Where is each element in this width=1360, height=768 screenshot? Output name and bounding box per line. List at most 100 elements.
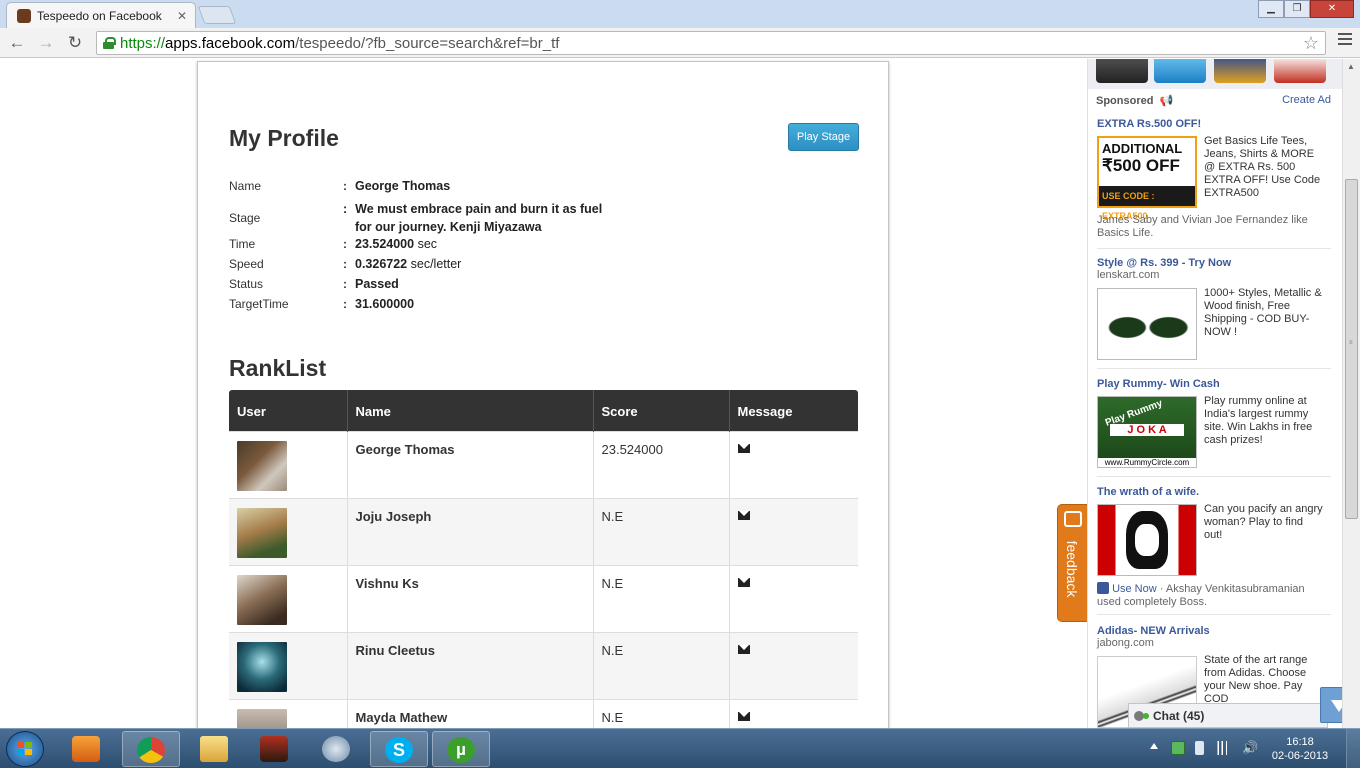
taskbar-media-player[interactable] xyxy=(58,731,116,767)
scroll-thumb[interactable]: ≡ xyxy=(1345,179,1358,519)
taskbar-game[interactable] xyxy=(246,731,304,767)
bookmark-star-icon[interactable]: ☆ xyxy=(1303,33,1319,54)
back-arrow-icon[interactable]: ← xyxy=(6,32,28,54)
game-thumbnail[interactable] xyxy=(1096,59,1148,83)
taskbar-skype[interactable]: S xyxy=(370,731,428,767)
rank-name[interactable]: George Thomas xyxy=(346,430,593,498)
column-header-user: User xyxy=(229,390,347,431)
battery-icon[interactable] xyxy=(1195,741,1204,755)
chrome-menu-icon[interactable] xyxy=(1338,33,1352,47)
divider xyxy=(1097,614,1331,615)
ad-social-context: James Saby and Vivian Joe Fernandez like… xyxy=(1097,214,1308,239)
taskbar-chrome[interactable] xyxy=(122,731,180,767)
ad-item[interactable]: EXTRA Rs.500 OFF! ADDITIONAL ₹500 OFF US… xyxy=(1097,118,1332,239)
taskbar-utorrent[interactable]: µ xyxy=(432,731,490,767)
avatar[interactable] xyxy=(237,574,287,625)
create-ad-link[interactable]: Create Ad xyxy=(1282,94,1331,106)
avatar[interactable] xyxy=(237,708,287,728)
message-envelope-icon[interactable] xyxy=(737,711,750,721)
ad-image[interactable]: ADDITIONAL ₹500 OFF USE CODE : EXTRA500 xyxy=(1097,136,1197,221)
game-thumbnail[interactable] xyxy=(1274,59,1326,83)
tespeedo-favicon-icon xyxy=(17,8,31,23)
table-row: Mayda Mathew N.E xyxy=(229,698,858,728)
play-stage-button[interactable]: Play Stage xyxy=(788,123,859,151)
ad-item[interactable]: The wrath of a wife. Can you pacify an a… xyxy=(1097,486,1332,608)
rank-name[interactable]: Mayda Mathew xyxy=(346,698,593,728)
start-button[interactable] xyxy=(6,731,44,767)
system-clock[interactable]: 16:18 02-06-2013 xyxy=(1270,735,1330,763)
right-sidebar: Sponsored 📢 Create Ad EXTRA Rs.500 OFF! … xyxy=(1087,59,1343,728)
ad-title[interactable]: The wrath of a wife. xyxy=(1097,486,1332,498)
ad-image[interactable] xyxy=(1097,288,1197,360)
taskbar-app[interactable] xyxy=(308,731,366,767)
volume-icon[interactable]: 🔊 xyxy=(1242,741,1258,755)
ad-domain: lenskart.com xyxy=(1097,269,1160,281)
ad-description: State of the art range from Adidas. Choo… xyxy=(1204,654,1308,705)
sponsored-header: Sponsored 📢 Create Ad xyxy=(1096,94,1331,107)
new-tab-button[interactable] xyxy=(197,6,237,24)
game-thumbnail[interactable] xyxy=(1154,59,1206,83)
close-tab-icon[interactable]: ✕ xyxy=(177,9,187,23)
taskbar-explorer[interactable] xyxy=(186,731,244,767)
app-canvas: My Profile Play Stage Name : George Thom… xyxy=(197,61,889,728)
scroll-up-icon[interactable]: ▲ xyxy=(1347,62,1355,71)
rank-score: N.E xyxy=(592,564,729,632)
ad-item[interactable]: Adidas- NEW Arrivals jabong.com State of… xyxy=(1097,625,1332,728)
ad-description: Play rummy online at India's largest rum… xyxy=(1204,395,1313,446)
megaphone-icon: 📢 xyxy=(1159,95,1174,107)
show-hidden-icons-arrow[interactable] xyxy=(1150,743,1158,749)
profile-row-stage: Stage : We must embrace pain and burn it … xyxy=(229,202,603,234)
page-viewport: My Profile Play Stage Name : George Thom… xyxy=(0,59,1360,728)
sponsored-label: Sponsored xyxy=(1096,95,1154,107)
message-envelope-icon[interactable] xyxy=(737,577,750,587)
rank-score: 23.524000 xyxy=(592,430,729,498)
chat-bar[interactable]: Chat (45) xyxy=(1128,703,1328,728)
chat-label: Chat (45) xyxy=(1153,709,1205,723)
windows-taskbar: S µ 🔊 16:18 02-06-2013 xyxy=(0,728,1360,768)
avatar[interactable] xyxy=(237,440,287,491)
address-bar[interactable]: https://apps.facebook.com/tespeedo/?fb_s… xyxy=(96,31,1326,55)
avatar[interactable] xyxy=(237,507,287,558)
ad-title[interactable]: Style @ Rs. 399 - Try Now xyxy=(1097,257,1332,269)
message-envelope-icon[interactable] xyxy=(737,510,750,520)
avatar[interactable] xyxy=(237,641,287,692)
forward-arrow-icon[interactable]: → xyxy=(35,32,57,54)
message-envelope-icon[interactable] xyxy=(737,644,750,654)
close-window-button[interactable]: ✕ xyxy=(1310,0,1354,18)
rank-name[interactable]: Joju Joseph xyxy=(346,497,593,565)
rank-name[interactable]: Vishnu Ks xyxy=(346,564,593,632)
media-player-icon xyxy=(72,736,100,762)
rank-name[interactable]: Rinu Cleetus xyxy=(346,631,593,699)
ad-image[interactable] xyxy=(1097,504,1197,576)
ad-title[interactable]: Adidas- NEW Arrivals xyxy=(1097,625,1332,637)
windows-logo-icon xyxy=(17,742,33,756)
profile-row-targettime: TargetTime : 31.600000 xyxy=(229,297,415,311)
show-desktop-button[interactable] xyxy=(1346,729,1360,768)
window-controls: ▁ ❐ ✕ xyxy=(1258,0,1354,18)
profile-row-speed: Speed : 0.326722 sec/letter xyxy=(229,257,462,271)
minimize-button[interactable]: ▁ xyxy=(1258,0,1284,18)
megaphone-icon xyxy=(1064,511,1082,527)
ad-image[interactable]: Play Rummy J O K A www.RummyCircle.com xyxy=(1097,396,1197,468)
ad-item[interactable]: Style @ Rs. 399 - Try Now lenskart.com 1… xyxy=(1097,257,1332,360)
rank-score: N.E xyxy=(592,631,729,699)
rank-score: N.E xyxy=(592,698,729,728)
reload-icon[interactable]: ↻ xyxy=(64,32,86,54)
ad-title[interactable]: Play Rummy- Win Cash xyxy=(1097,378,1332,390)
tray-app-icon[interactable] xyxy=(1171,741,1185,755)
message-envelope-icon[interactable] xyxy=(737,443,750,453)
browser-tab[interactable]: Tespeedo on Facebook ✕ xyxy=(6,2,196,28)
network-icon[interactable] xyxy=(1216,741,1230,755)
use-now-link[interactable]: Use Now xyxy=(1112,583,1157,595)
ad-description: Can you pacify an angry woman? Play to f… xyxy=(1204,503,1323,541)
ad-title[interactable]: EXTRA Rs.500 OFF! xyxy=(1097,118,1332,130)
utorrent-icon: µ xyxy=(447,737,475,763)
game-thumbnail[interactable] xyxy=(1214,59,1266,83)
column-header-message: Message xyxy=(728,390,858,431)
table-row: Joju Joseph N.E xyxy=(229,497,858,565)
page-scrollbar[interactable]: ▲ ≡ xyxy=(1342,59,1360,728)
feedback-tab[interactable]: feedback xyxy=(1057,504,1087,622)
ad-item[interactable]: Play Rummy- Win Cash Play Rummy J O K A … xyxy=(1097,378,1332,468)
divider xyxy=(1097,368,1331,369)
maximize-button[interactable]: ❐ xyxy=(1284,0,1310,18)
